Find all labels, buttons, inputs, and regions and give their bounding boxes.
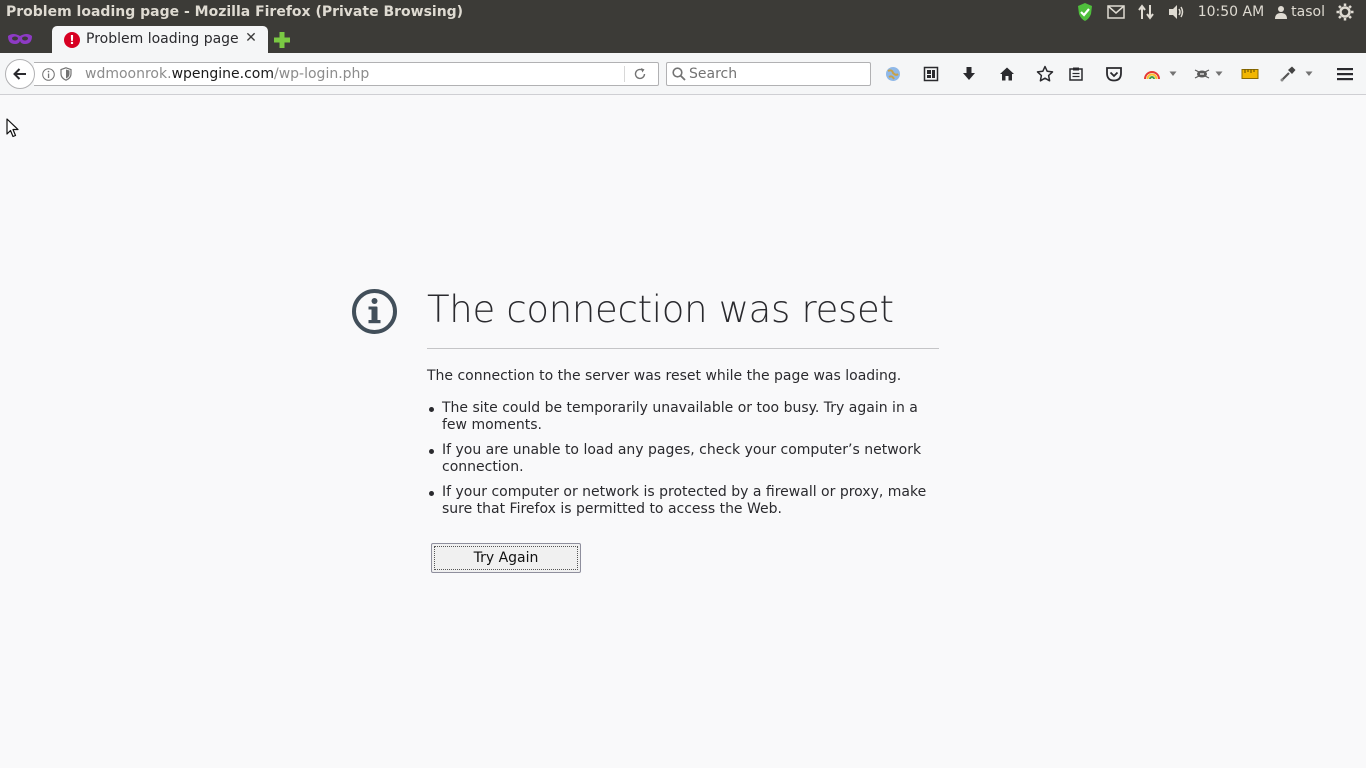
url-divider [624,66,625,82]
clock[interactable]: 10:50 AM [1193,0,1269,24]
title-divider [427,348,939,349]
list-item: If you are unable to load any pages, che… [429,442,939,476]
downloads-icon[interactable] [960,65,978,83]
info-circle-icon [352,289,397,334]
tab-problem-loading[interactable]: ! Problem loading page ✕ [52,26,268,53]
try-again-button[interactable]: Try Again [431,543,581,573]
new-tab-plus-icon[interactable] [273,31,291,49]
rainbow-addon-icon[interactable] [1143,65,1161,83]
error-description: The connection to the server was reset w… [427,368,902,384]
error-favicon-icon: ! [64,32,80,48]
url-text[interactable]: wdmoonrok.wpengine.com/wp-login.php [85,66,369,82]
list-item: The site could be temporarily unavailabl… [429,400,939,434]
search-input[interactable] [689,65,867,83]
addon-globe-icon[interactable] [884,65,902,83]
mouse-pointer-icon [6,118,19,138]
bug-addon-icon[interactable] [1193,65,1211,83]
error-title: The connection was reset [427,288,894,331]
error-suggestions: The site could be temporarily unavailabl… [429,400,939,526]
try-again-label: Try Again [434,546,578,570]
hamburger-menu-icon[interactable] [1336,65,1354,83]
back-button[interactable] [5,59,35,89]
pocket-icon[interactable] [1105,65,1123,83]
search-bar[interactable] [666,62,871,86]
volume-icon[interactable] [1161,0,1193,24]
back-arrow-icon [13,68,26,80]
bookmarks-menu-icon[interactable] [1067,65,1085,83]
network-icon[interactable] [1131,0,1161,24]
site-info-icon[interactable] [42,68,55,81]
url-bar[interactable]: wdmoonrok.wpengine.com/wp-login.php [34,62,659,86]
home-icon[interactable] [998,65,1016,83]
system-gear-icon[interactable] [1330,0,1360,24]
top-panel: Problem loading page - Mozilla Firefox (… [0,0,1366,24]
eyedropper-addon-icon[interactable] [1279,65,1297,83]
reload-icon[interactable] [632,66,648,82]
eyedropper-dropdown-chevron-icon[interactable] [1305,71,1313,77]
bookmark-star-icon[interactable] [1036,65,1054,83]
indicator-area: 10:50 AM tasol [1069,0,1366,24]
nav-toolbar: wdmoonrok.wpengine.com/wp-login.php [0,53,1366,95]
rainbow-dropdown-chevron-icon[interactable] [1169,71,1177,77]
update-check-icon[interactable] [1069,0,1101,24]
window-title: Problem loading page - Mozilla Firefox (… [6,4,464,20]
user-name[interactable]: tasol [1289,0,1330,24]
search-icon [672,67,686,81]
bug-dropdown-chevron-icon[interactable] [1215,71,1223,77]
tracking-shield-icon[interactable] [60,67,72,81]
list-item: If your computer or network is protected… [429,484,939,518]
tab-label: Problem loading page [86,31,239,47]
close-tab-icon[interactable]: ✕ [243,30,259,46]
reader-panel-icon[interactable] [922,65,940,83]
mail-icon[interactable] [1101,0,1131,24]
user-icon [1269,0,1289,24]
private-browsing-mask-icon [8,34,32,44]
ruler-addon-icon[interactable] [1241,65,1259,83]
tab-bar: ! Problem loading page ✕ [0,24,1366,53]
